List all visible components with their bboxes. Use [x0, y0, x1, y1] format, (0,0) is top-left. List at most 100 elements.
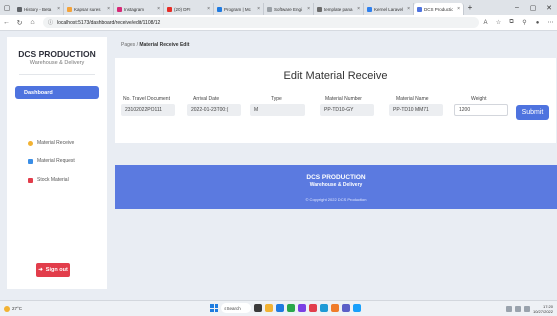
tab-label: Program | Mc: [224, 6, 251, 12]
sidebar-item-material-receive[interactable]: Material Receive: [28, 140, 74, 146]
sidebar-item-stock-material[interactable]: Stock Material: [28, 177, 69, 183]
back-icon[interactable]: ←: [0, 19, 13, 26]
profile-icon[interactable]: ●: [531, 20, 544, 26]
tab-close-icon[interactable]: ×: [257, 6, 260, 12]
window-controls: – ▢ ✕: [509, 4, 557, 12]
sidebar-item-label: Material Receive: [37, 140, 75, 146]
taskbar: 27°C ⌕ Search 17:20 10/27/2022: [0, 300, 557, 316]
arrival-date-label: Arrival Date: [193, 96, 220, 102]
tab-label: Kernel Laravel: [374, 6, 404, 12]
new-tab-button[interactable]: +: [464, 3, 476, 12]
reload-icon[interactable]: ↻: [13, 19, 26, 27]
start-icon[interactable]: [210, 304, 218, 312]
tab-close-icon[interactable]: ×: [57, 6, 60, 12]
tab-close-icon[interactable]: ×: [457, 6, 460, 12]
tab-list: History - Beta × Kapsar sures × Instagram × (2…: [14, 0, 464, 15]
favorite-icon[interactable]: ☆: [492, 19, 505, 26]
close-window-icon[interactable]: ✕: [541, 4, 557, 12]
browser-tab[interactable]: (20) DFI ×: [164, 3, 214, 15]
sidebar-item-label: Material Request: [37, 158, 75, 164]
breadcrumb: Pages / Material Receive Edit: [121, 42, 189, 48]
file-explorer-icon[interactable]: [265, 304, 273, 312]
stock-icon: [28, 177, 33, 183]
travel-doc-field[interactable]: 23102022PO111: [121, 104, 175, 116]
chrome-icon[interactable]: [287, 304, 295, 312]
site-info-icon[interactable]: ⓘ: [48, 19, 53, 26]
read-aloud-icon[interactable]: A: [479, 20, 492, 26]
tab-label: Instagram: [124, 6, 145, 12]
tab-close-icon[interactable]: ×: [107, 6, 110, 12]
footer-subtitle: Warehouse & Delivery: [309, 182, 363, 188]
material-number-label: Material Number: [325, 96, 362, 102]
system-tray: 17:20 10/27/2022: [505, 304, 557, 314]
weather-widget[interactable]: 27°C: [4, 305, 22, 312]
submit-button[interactable]: Submit: [516, 105, 549, 120]
collections-icon[interactable]: ⧉: [505, 19, 518, 26]
app-icon-red[interactable]: [309, 304, 317, 312]
minimize-icon[interactable]: –: [509, 4, 525, 12]
extensions-icon[interactable]: ⚲: [518, 19, 531, 26]
sidebar-brand-subtitle: Warehouse & Delivery: [29, 60, 85, 66]
tab-close-icon[interactable]: ×: [207, 6, 210, 12]
browser-tab[interactable]: DCS Production ×: [414, 3, 464, 15]
weight-input[interactable]: 1200: [454, 104, 508, 116]
travel-doc-label: No. Travel Document: [123, 96, 170, 102]
vscode-icon[interactable]: [298, 304, 306, 312]
app-icon-orange[interactable]: [331, 304, 339, 312]
sign-out-icon: ➜: [38, 267, 43, 273]
browser-tab[interactable]: Instagram ×: [114, 3, 164, 15]
url-text: localhost:5173/dashboard/receive/edit/11…: [57, 19, 161, 26]
tray-chevron-icon[interactable]: [505, 305, 512, 312]
material-number-field[interactable]: PP-TD10-GY: [320, 104, 374, 116]
page-title: Edit Material Receive: [283, 70, 388, 82]
browser-tab[interactable]: Kernel Laravel ×: [364, 3, 414, 15]
browser-tab[interactable]: History - Beta ×: [14, 3, 64, 15]
tab-favicon-icon: [117, 6, 122, 12]
clock[interactable]: 17:20 10/27/2022: [533, 304, 553, 314]
edge-icon[interactable]: [276, 304, 284, 312]
browser-tab[interactable]: Kapsar sures ×: [64, 3, 114, 15]
task-view-icon[interactable]: [254, 304, 262, 312]
browser-tab-strip: ▢ History - Beta × Kapsar sures × Instagram ×…: [0, 0, 557, 15]
browser-tab[interactable]: template pana ×: [314, 3, 364, 15]
tab-close-icon[interactable]: ×: [157, 6, 160, 12]
footer-copyright: © Copyright 2022 DCS Production: [305, 197, 367, 202]
tab-close-icon[interactable]: ×: [357, 6, 360, 12]
sidebar-item-material-request[interactable]: Material Request: [28, 158, 75, 164]
browser-tab[interactable]: Program | Mc ×: [214, 3, 264, 15]
tab-close-icon[interactable]: ×: [407, 6, 410, 12]
window-menu-icon[interactable]: ▢: [0, 0, 14, 15]
type-label: Type: [271, 96, 282, 102]
app-icon-light-blue[interactable]: [353, 304, 361, 312]
weather-icon: [4, 305, 10, 312]
arrival-date-field[interactable]: 2022-01-23T00:(: [187, 104, 241, 116]
breadcrumb-parent[interactable]: Pages: [121, 42, 135, 48]
sidebar-item-dashboard[interactable]: Dashboard: [15, 86, 99, 99]
breadcrumb-current: Material Receive Edit: [139, 42, 190, 48]
browser-menu-icon[interactable]: ⋯: [544, 19, 557, 26]
volume-icon[interactable]: [523, 305, 530, 312]
tab-label: template pana: [324, 6, 353, 12]
teams-icon[interactable]: [342, 304, 350, 312]
sidebar-divider: [19, 74, 95, 75]
sign-out-button[interactable]: ➜ Sign out: [36, 263, 70, 277]
taskbar-apps: ⌕ Search: [210, 303, 361, 313]
tab-close-icon[interactable]: ×: [307, 6, 310, 12]
request-icon: [28, 158, 33, 164]
home-icon[interactable]: ⌂: [26, 19, 39, 26]
material-name-label: Material Name: [396, 96, 429, 102]
app-icon-blue[interactable]: [320, 304, 328, 312]
taskbar-search[interactable]: ⌕ Search: [221, 303, 251, 313]
wifi-icon[interactable]: [514, 305, 521, 312]
maximize-icon[interactable]: ▢: [525, 4, 541, 12]
tab-favicon-icon: [217, 6, 222, 12]
material-name-field[interactable]: PP-TD10 MM71: [389, 104, 443, 116]
url-field[interactable]: ⓘ localhost:5173/dashboard/receive/edit/…: [43, 17, 479, 28]
weight-label: Weight: [471, 96, 487, 102]
tab-label: DCS Production: [424, 6, 454, 12]
tab-label: Software Engi: [274, 6, 303, 12]
browser-tab[interactable]: Software Engi ×: [264, 3, 314, 15]
type-field[interactable]: M: [250, 104, 305, 116]
sidebar: DCS PRODUCTION Warehouse & Delivery Dash…: [7, 37, 107, 289]
tab-favicon-icon: [17, 6, 22, 12]
